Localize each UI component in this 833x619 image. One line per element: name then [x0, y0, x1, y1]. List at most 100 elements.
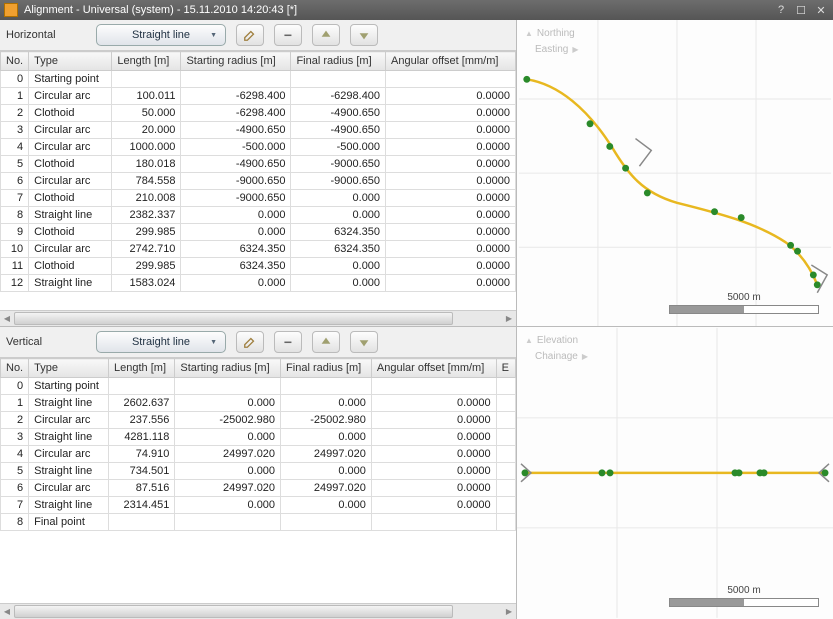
table-cell[interactable]: -4900.650 — [291, 105, 386, 122]
column-header[interactable]: Length [m] — [112, 52, 181, 71]
table-cell[interactable]: Circular arc — [29, 139, 112, 156]
table-cell[interactable]: Starting point — [29, 378, 109, 395]
table-cell[interactable]: 0.000 — [181, 275, 291, 292]
table-cell[interactable]: 24997.020 — [281, 446, 372, 463]
table-cell[interactable]: 0.0000 — [371, 446, 496, 463]
table-row[interactable]: 1Circular arc100.011-6298.400-6298.4000.… — [1, 88, 516, 105]
table-cell[interactable]: 10 — [1, 241, 29, 258]
table-cell[interactable]: 0.0000 — [386, 258, 516, 275]
table-cell[interactable]: 12 — [1, 275, 29, 292]
table-cell[interactable]: Clothoid — [29, 156, 112, 173]
vertical-table-wrap[interactable]: No.TypeLength [m]Starting radius [m]Fina… — [0, 358, 516, 603]
table-cell[interactable]: 7 — [1, 497, 29, 514]
table-row[interactable]: 6Circular arc784.558-9000.650-9000.6500.… — [1, 173, 516, 190]
table-cell[interactable]: 100.011 — [112, 88, 181, 105]
table-cell[interactable]: 4 — [1, 446, 29, 463]
table-cell[interactable]: 0.0000 — [386, 173, 516, 190]
table-cell[interactable]: 2382.337 — [112, 207, 181, 224]
table-cell[interactable]: 0.000 — [281, 429, 372, 446]
table-cell[interactable] — [496, 429, 515, 446]
table-row[interactable]: 5Straight line734.5010.0000.0000.0000 — [1, 463, 516, 480]
table-cell[interactable]: 74.910 — [109, 446, 175, 463]
plan-view-plot[interactable]: ▲Northing Easting▶ — [517, 20, 833, 327]
move-down-button[interactable] — [350, 331, 378, 353]
column-header[interactable]: Type — [29, 359, 109, 378]
column-header[interactable]: Angular offset [mm/m] — [371, 359, 496, 378]
table-cell[interactable]: Circular arc — [29, 122, 112, 139]
table-cell[interactable]: 2602.637 — [109, 395, 175, 412]
table-cell[interactable] — [109, 514, 175, 531]
table-cell[interactable]: -500.000 — [181, 139, 291, 156]
move-up-button[interactable] — [312, 331, 340, 353]
table-cell[interactable]: 6 — [1, 480, 29, 497]
table-cell[interactable]: 6 — [1, 173, 29, 190]
edit-button[interactable] — [236, 331, 264, 353]
table-cell[interactable]: 0 — [1, 71, 29, 88]
table-cell[interactable]: 0.000 — [291, 258, 386, 275]
table-cell[interactable]: Clothoid — [29, 224, 112, 241]
table-cell[interactable]: 2742.710 — [112, 241, 181, 258]
table-cell[interactable]: 6324.350 — [291, 224, 386, 241]
table-row[interactable]: 2Circular arc237.556-25002.980-25002.980… — [1, 412, 516, 429]
table-cell[interactable]: 0.000 — [291, 275, 386, 292]
table-cell[interactable]: Circular arc — [29, 480, 109, 497]
table-cell[interactable]: -25002.980 — [281, 412, 372, 429]
table-cell[interactable]: 0.000 — [175, 429, 281, 446]
table-cell[interactable] — [496, 463, 515, 480]
move-down-button[interactable] — [350, 24, 378, 46]
table-cell[interactable] — [371, 514, 496, 531]
move-up-button[interactable] — [312, 24, 340, 46]
table-cell[interactable]: 1583.024 — [112, 275, 181, 292]
table-cell[interactable]: 8 — [1, 207, 29, 224]
table-cell[interactable]: 87.516 — [109, 480, 175, 497]
table-cell[interactable] — [386, 71, 516, 88]
table-cell[interactable]: -9000.650 — [291, 156, 386, 173]
profile-plot[interactable]: ▲Elevation Chainage▶ — [517, 327, 833, 619]
table-cell[interactable]: 0.0000 — [371, 395, 496, 412]
table-cell[interactable]: 3 — [1, 429, 29, 446]
table-cell[interactable]: 11 — [1, 258, 29, 275]
column-header[interactable]: Angular offset [mm/m] — [386, 52, 516, 71]
horizontal-type-combo[interactable]: Straight line ▼ — [96, 24, 226, 46]
column-header[interactable]: Starting radius [m] — [181, 52, 291, 71]
table-cell[interactable]: 0.0000 — [386, 156, 516, 173]
table-cell[interactable]: -9000.650 — [181, 173, 291, 190]
table-cell[interactable]: 5 — [1, 156, 29, 173]
table-cell[interactable]: Circular arc — [29, 88, 112, 105]
table-cell[interactable]: 0.0000 — [386, 241, 516, 258]
table-cell[interactable]: 3 — [1, 122, 29, 139]
table-cell[interactable]: Straight line — [29, 497, 109, 514]
table-cell[interactable]: 0.0000 — [371, 429, 496, 446]
table-cell[interactable]: -9000.650 — [291, 173, 386, 190]
table-row[interactable]: 1Straight line2602.6370.0000.0000.0000 — [1, 395, 516, 412]
table-row[interactable]: 3Circular arc20.000-4900.650-4900.6500.0… — [1, 122, 516, 139]
table-cell[interactable] — [109, 378, 175, 395]
column-header[interactable]: E — [496, 359, 515, 378]
table-cell[interactable]: 24997.020 — [281, 480, 372, 497]
table-row[interactable]: 11Clothoid299.9856324.3500.0000.0000 — [1, 258, 516, 275]
table-cell[interactable]: 0.0000 — [386, 207, 516, 224]
table-cell[interactable]: -4900.650 — [181, 156, 291, 173]
table-cell[interactable]: 0.000 — [181, 224, 291, 241]
column-header[interactable]: No. — [1, 359, 29, 378]
table-cell[interactable]: Clothoid — [29, 105, 112, 122]
table-cell[interactable]: 0.0000 — [386, 105, 516, 122]
table-cell[interactable]: 0.0000 — [371, 480, 496, 497]
table-cell[interactable]: 0.000 — [175, 395, 281, 412]
table-cell[interactable] — [496, 378, 515, 395]
table-cell[interactable]: 0.0000 — [386, 190, 516, 207]
table-cell[interactable]: 0.000 — [291, 207, 386, 224]
column-header[interactable]: Length [m] — [109, 359, 175, 378]
vertical-type-combo[interactable]: Straight line ▼ — [96, 331, 226, 353]
table-cell[interactable]: 4 — [1, 139, 29, 156]
table-cell[interactable] — [281, 378, 372, 395]
table-row[interactable]: 8Straight line2382.3370.0000.0000.0000 — [1, 207, 516, 224]
table-cell[interactable]: 24997.020 — [175, 480, 281, 497]
table-cell[interactable]: Circular arc — [29, 241, 112, 258]
table-row[interactable]: 9Clothoid299.9850.0006324.3500.0000 — [1, 224, 516, 241]
table-row[interactable]: 0Starting point — [1, 378, 516, 395]
table-row[interactable]: 7Clothoid210.008-9000.6500.0000.0000 — [1, 190, 516, 207]
table-cell[interactable]: 0.000 — [175, 463, 281, 480]
table-cell[interactable]: Final point — [29, 514, 109, 531]
table-cell[interactable] — [496, 497, 515, 514]
